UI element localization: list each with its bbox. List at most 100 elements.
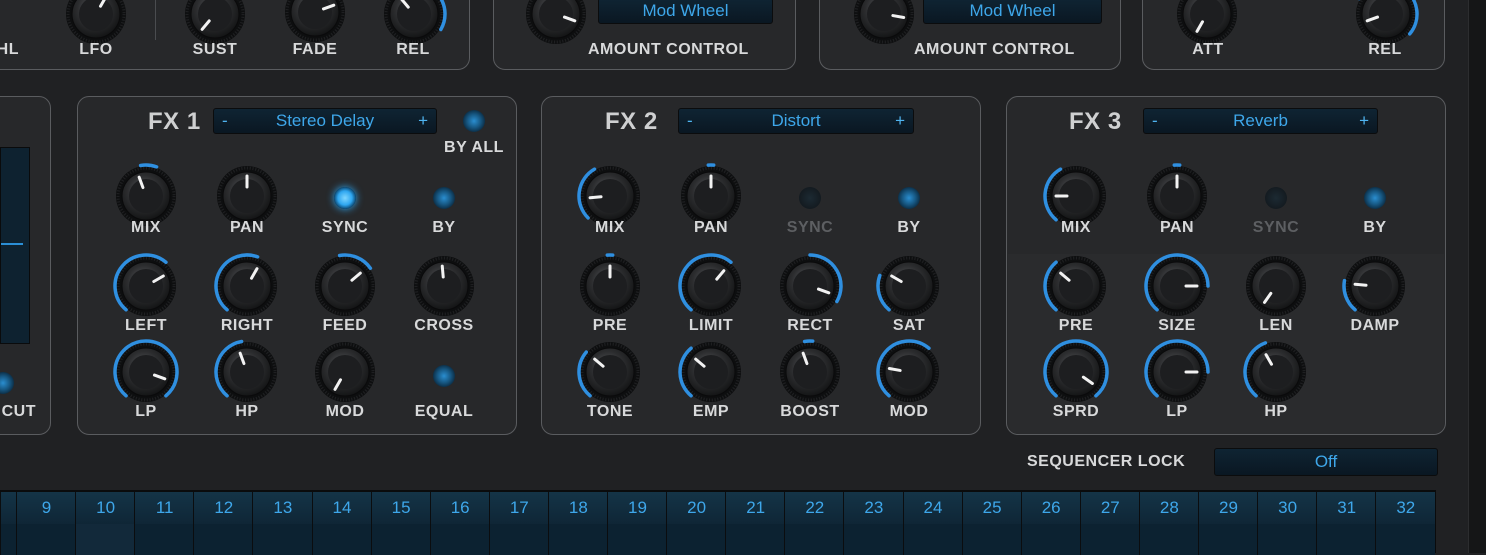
seq-lane-9[interactable] [16,524,76,555]
fx2-boost-knob[interactable] [777,339,843,405]
seq-lane-23[interactable] [843,524,904,555]
seq-step-partial[interactable] [0,492,17,524]
sequencer-lock-dropdown[interactable]: Off [1214,448,1438,476]
seq-lane-25[interactable] [961,524,1022,555]
seq-lane-22[interactable] [784,524,845,555]
seq-lane-27[interactable] [1079,524,1140,555]
fx2-limit-knob[interactable] [678,253,744,319]
fx3-pre-knob[interactable] [1043,253,1109,319]
fx2-tone-knob[interactable] [577,339,643,405]
seq-lane-19[interactable] [607,524,667,555]
fx3-hp-knob[interactable] [1243,339,1309,405]
fx2-mod-knob[interactable] [876,339,942,405]
seq-step-11[interactable]: 11 [134,492,195,524]
seq-step-31[interactable]: 31 [1316,492,1377,524]
seq-lane-14[interactable] [311,524,372,555]
fx1-feed-knob[interactable] [312,253,378,319]
seq-step-12[interactable]: 12 [193,492,254,524]
fx2-by-led[interactable] [898,187,920,209]
fx1-prev-button[interactable]: - [222,109,228,133]
seq-lane-10[interactable] [75,524,136,555]
seq-step-18[interactable]: 18 [547,492,608,524]
seq-step-15[interactable]: 15 [370,492,431,524]
fx3-sprd-knob[interactable] [1043,339,1109,405]
fx3-damp-knob[interactable] [1342,253,1408,319]
rel-knob[interactable] [1353,0,1419,47]
seq-lane-28[interactable] [1138,524,1199,555]
fx2-rect-knob[interactable] [777,253,843,319]
seq-lane-30[interactable] [1257,524,1318,555]
fx3-prev-button[interactable]: - [1152,109,1158,133]
seq-lane-20[interactable] [666,524,727,555]
seq-lane-26[interactable] [1020,524,1081,555]
fx2-effect-select[interactable]: - Distort + [678,108,914,134]
fx3-by-led[interactable] [1364,187,1386,209]
seq-step-25[interactable]: 25 [961,492,1022,524]
fx1-hp-knob[interactable] [214,339,280,405]
fx2-pre-knob[interactable] [577,253,643,319]
seq-step-10[interactable]: 10 [75,492,136,524]
seq-step-21[interactable]: 21 [725,492,786,524]
fx1-mod-knob[interactable] [312,339,378,405]
fx3-lp-knob[interactable] [1144,339,1210,405]
fx1-left-knob[interactable] [113,253,179,319]
seq-step-23[interactable]: 23 [843,492,904,524]
seq-lane-15[interactable] [370,524,431,555]
seq-step-17[interactable]: 17 [488,492,549,524]
fx1-equal-led[interactable] [433,365,455,387]
fx2-sat-knob[interactable] [876,253,942,319]
seq-lane-31[interactable] [1316,524,1377,555]
seq-step-26[interactable]: 26 [1020,492,1081,524]
seq-step-20[interactable]: 20 [666,492,727,524]
seq-step-29[interactable]: 29 [1198,492,1258,524]
right-scrollbar[interactable] [1468,0,1486,553]
seq-lane-partial[interactable] [0,524,17,555]
fx1-next-button[interactable]: + [418,109,428,133]
seq-step-30[interactable]: 30 [1257,492,1318,524]
seq-lane-21[interactable] [725,524,786,555]
fx1-bypass-all-led[interactable] [463,110,485,132]
seq-lane-24[interactable] [902,524,963,555]
seq-lane-32[interactable] [1375,524,1436,555]
mod-wheel-dropdown-1[interactable]: Mod Wheel [598,0,773,24]
seq-step-22[interactable]: 22 [784,492,845,524]
seq-step-9[interactable]: 9 [16,492,76,524]
top-knob-0[interactable] [63,0,129,47]
seq-lane-29[interactable] [1198,524,1258,555]
seq-step-24[interactable]: 24 [902,492,963,524]
mod-wheel-dropdown-2[interactable]: Mod Wheel [923,0,1102,24]
fx1-cross-knob[interactable] [411,253,477,319]
amount-knob-2[interactable] [851,0,917,47]
fx2-prev-button[interactable]: - [687,109,693,133]
fx3-next-button[interactable]: + [1359,109,1369,133]
fx1-lp-knob[interactable] [113,339,179,405]
seq-step-16[interactable]: 16 [429,492,490,524]
seq-lane-11[interactable] [134,524,195,555]
seq-step-32[interactable]: 32 [1375,492,1436,524]
seq-lane-16[interactable] [429,524,490,555]
seq-step-19[interactable]: 19 [607,492,667,524]
amount-knob-1[interactable] [523,0,589,47]
fx3-len-knob[interactable] [1243,253,1309,319]
top-knob-1[interactable] [182,0,248,47]
seq-step-14[interactable]: 14 [311,492,372,524]
fx3-sync-led[interactable] [1265,187,1287,209]
seq-lane-17[interactable] [488,524,549,555]
seq-step-28[interactable]: 28 [1138,492,1199,524]
att-knob[interactable] [1174,0,1240,47]
seq-lane-18[interactable] [547,524,608,555]
fx2-next-button[interactable]: + [895,109,905,133]
fx3-size-knob[interactable] [1144,253,1210,319]
fx3-effect-select[interactable]: - Reverb + [1143,108,1378,134]
top-knob-2[interactable] [282,0,348,45]
fx1-right-knob[interactable] [214,253,280,319]
seq-lane-12[interactable] [193,524,254,555]
fx1-sync-led[interactable] [334,187,356,209]
fx2-emp-knob[interactable] [678,339,744,405]
fx1-effect-select[interactable]: - Stereo Delay + [213,108,437,134]
fx1-by-led[interactable] [433,187,455,209]
top-knob-3[interactable] [381,0,447,47]
seq-lane-13[interactable] [252,524,313,555]
seq-step-27[interactable]: 27 [1079,492,1140,524]
seq-step-13[interactable]: 13 [252,492,313,524]
